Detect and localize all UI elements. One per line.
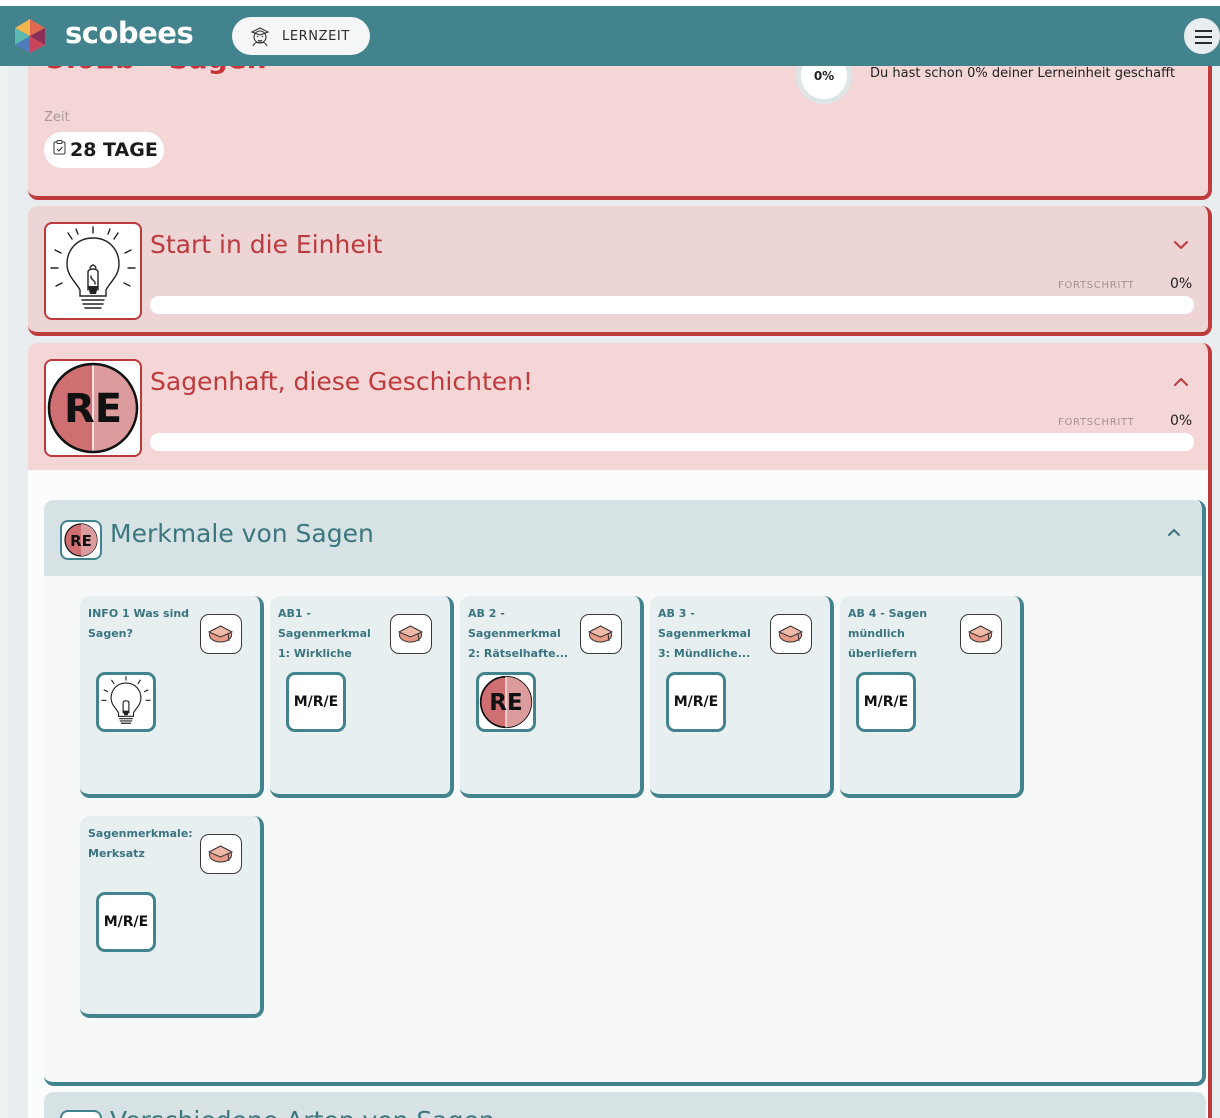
chevron-down-icon[interactable] [1170,234,1192,256]
section-thumbnail: RE [60,520,102,560]
unit-progress-message: Du hast schon 0% deiner Lerneinheit gesc… [870,66,1176,81]
re-icon: RE [47,362,139,454]
mode-switch-button[interactable]: LERNZEIT [232,17,370,55]
progress-value: 0% [1170,413,1193,429]
time-label: Zeit [44,110,70,125]
mortarboard-icon [960,614,1002,654]
progress-bar [150,433,1194,451]
hamburger-menu-button[interactable] [1182,16,1220,56]
section-thumbnail [60,1110,102,1118]
svg-text:RE: RE [64,386,122,432]
mortarboard-icon [200,834,242,874]
time-remaining-value: 28 TAGE [70,139,158,161]
task-tile[interactable]: AB 4 - Sagen mündlich überliefern M/R/E [840,596,1024,798]
brand-name: scobees [65,16,194,50]
progress-label: FORTSCHRITT [1058,280,1135,291]
menu-line [1195,42,1212,44]
task-title: AB 4 - Sagen mündlich überliefern [848,607,928,660]
task-tile[interactable]: AB 2 - Sagenmerkmal 2: Rätselhafte... RE [460,596,644,798]
mode-label: LERNZEIT [282,28,350,44]
chapter-thumbnail: RE [44,359,142,457]
mortarboard-icon [770,614,812,654]
task-title: AB1 - Sagenmerkmal 1: Wirkliche Orte,... [278,607,371,660]
chapter-thumbnail [44,222,142,320]
section-title: Merkmale von Sagen [110,519,374,548]
time-remaining-pill: 28 TAGE [44,132,164,168]
section-title: Verschiedene Arten von Sagen [110,1106,495,1118]
lightbulb-icon [101,676,151,724]
lightbulb-icon [50,226,136,309]
task-thumbnail: M/R/E [856,672,916,732]
svg-text:RE: RE [70,532,92,550]
svg-text:RE: RE [489,690,522,716]
mortarboard-icon [390,614,432,654]
chapter-title: Sagenhaft, diese Geschichten! [150,367,534,396]
chevron-up-icon[interactable] [1170,371,1192,393]
chevron-up-icon[interactable] [1164,522,1184,542]
task-title: INFO 1 Was sind Sagen? [88,607,190,640]
app-header: scobees LERNZEIT [0,6,1220,66]
menu-line [1195,30,1212,32]
task-tile[interactable]: INFO 1 Was sind Sagen? [80,596,264,798]
task-thumbnail: M/R/E [666,672,726,732]
menu-line [1195,36,1212,38]
mortarboard-icon [200,614,242,654]
task-title: AB 2 - Sagenmerkmal 2: Rätselhafte... [468,607,569,660]
task-tile[interactable]: AB1 - Sagenmerkmal 1: Wirkliche Orte,...… [270,596,454,798]
chapter-card[interactable]: RE Sagenhaft, diese Geschichten! FORTSCH… [28,343,1212,470]
task-title: AB 3 - Sagenmerkmal 3: Mündliche... [658,607,751,660]
mre-label: M/R/E [103,914,149,930]
mre-label: M/R/E [863,694,909,710]
section-header[interactable]: Verschiedene Arten von Sagen [44,1092,1206,1118]
progress-label: FORTSCHRITT [1058,417,1135,428]
chapter-card[interactable]: Start in die Einheit FORTSCHRITT 0% [28,206,1212,336]
mre-label: M/R/E [673,694,719,710]
mre-label: M/R/E [293,694,339,710]
student-avatar-icon [250,27,270,47]
task-title: Sagenmerkmale: Merksatz [88,827,193,860]
chapter-title: Start in die Einheit [150,230,383,259]
re-icon: RE [479,675,533,729]
clipboard-icon [53,139,66,154]
task-tile[interactable]: AB 3 - Sagenmerkmal 3: Mündliche... M/R/… [650,596,834,798]
task-thumbnail: RE [476,672,536,732]
task-thumbnail: M/R/E [96,892,156,952]
progress-value: 0% [1170,276,1193,292]
section-header[interactable]: RE Merkmale von Sagen [44,500,1202,576]
progress-bar [150,296,1194,314]
task-thumbnail [96,672,156,732]
mortarboard-icon [580,614,622,654]
page: 5.02b – Sagen 0% Du hast schon 0% deiner… [0,0,1220,1118]
re-icon: RE [64,523,98,557]
left-margin [0,66,8,1118]
scobees-logo-icon[interactable] [12,18,48,54]
task-tile[interactable]: Sagenmerkmale: Merksatz M/R/E [80,816,264,1018]
unit-progress-value: 0% [813,69,835,83]
task-thumbnail: M/R/E [286,672,346,732]
